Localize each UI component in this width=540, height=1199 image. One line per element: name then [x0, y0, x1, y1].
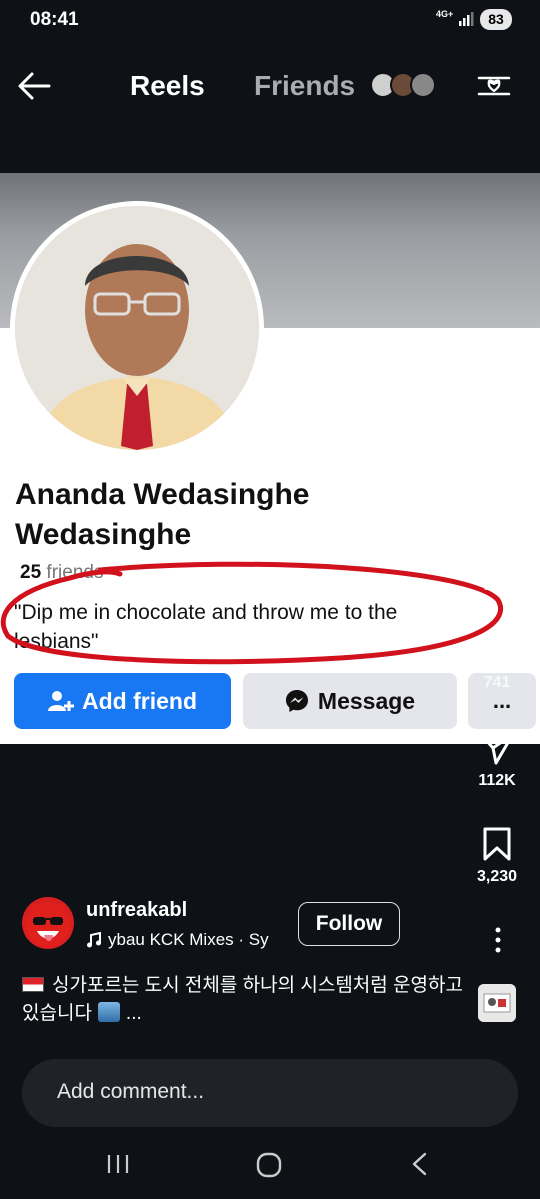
heart-icon — [477, 438, 517, 473]
battery-badge: 83 — [480, 9, 512, 30]
send-count: 112K — [478, 772, 516, 789]
arrow-left-icon[interactable] — [16, 70, 52, 102]
repost-count: 741 — [483, 674, 511, 691]
profile-picture — [10, 201, 264, 455]
audio-track[interactable]: ybau KCK Mixes · Sy — [86, 930, 286, 950]
recents-icon[interactable] — [106, 1152, 130, 1176]
status-time: 08:41 — [30, 9, 79, 30]
repost-action[interactable]: 741 — [462, 632, 532, 692]
caption-more[interactable]: ... — [126, 1003, 142, 1024]
person-photo — [15, 206, 259, 450]
back-nav-icon[interactable] — [410, 1152, 430, 1176]
add-friend-button[interactable]: Add friend — [14, 673, 231, 729]
devil-emoji-avatar — [26, 901, 70, 947]
message-button[interactable]: Message — [243, 673, 457, 729]
audio-track-label: ybau KCK Mixes · Sy — [108, 930, 269, 949]
signal-icon — [459, 12, 474, 26]
top-nav: Reels Friends — [0, 56, 540, 116]
author-username[interactable]: unfreakabl — [86, 899, 187, 922]
caption-text: 싱가포르는 도시 전체를 하나의 시스템처럼 운영하고 있습니다 — [22, 975, 463, 1024]
red-circle-annotation — [0, 561, 504, 665]
like-count: 26K — [482, 480, 512, 497]
save-action[interactable]: 3,230 — [462, 826, 532, 886]
messenger-icon — [285, 690, 308, 712]
save-count: 3,230 — [476, 868, 518, 885]
send-icon — [479, 732, 515, 765]
status-bar: 08:41 4G+ 83 — [0, 0, 540, 40]
comment-action[interactable]: 188 — [462, 533, 532, 595]
post-caption[interactable]: 싱가포르는 도시 전체를 하나의 시스템처럼 운영하고 있습니다... — [22, 972, 472, 1028]
comment-input[interactable]: Add comment... — [22, 1059, 518, 1127]
sliders-heart-icon[interactable] — [476, 68, 512, 104]
follow-button[interactable]: Follow — [298, 902, 400, 946]
music-note-icon — [87, 932, 101, 948]
profile-screenshot: Ananda Wedasinghe Wedasinghe 25 friends … — [0, 173, 540, 744]
send-action[interactable]: 112K — [462, 730, 532, 790]
comment-placeholder: Add comment... — [57, 1080, 205, 1103]
network-indicator: 4G+ — [436, 9, 454, 19]
like-action[interactable]: 26K — [462, 438, 532, 498]
author-avatar[interactable] — [22, 897, 74, 949]
profile-name: Ananda Wedasinghe Wedasinghe — [15, 478, 310, 551]
tab-friends[interactable]: Friends — [254, 70, 355, 102]
bookmark-icon — [483, 827, 511, 861]
system-navigation — [0, 1140, 540, 1199]
comment-count: 188 — [483, 577, 511, 594]
home-icon[interactable] — [256, 1152, 282, 1178]
audio-thumbnail[interactable] — [478, 984, 516, 1022]
friends-avatars[interactable] — [370, 72, 442, 100]
repost-icon — [483, 633, 511, 667]
comment-icon — [478, 534, 516, 569]
cityscape-icon — [97, 1002, 120, 1022]
more-options-icon[interactable] — [486, 926, 510, 954]
message-label: Message — [317, 687, 416, 714]
tab-reels[interactable]: Reels — [130, 70, 205, 102]
avatar — [410, 72, 436, 98]
singapore-flag-icon — [22, 977, 44, 992]
add-user-icon — [48, 691, 74, 711]
add-friend-label: Add friend — [82, 687, 197, 714]
